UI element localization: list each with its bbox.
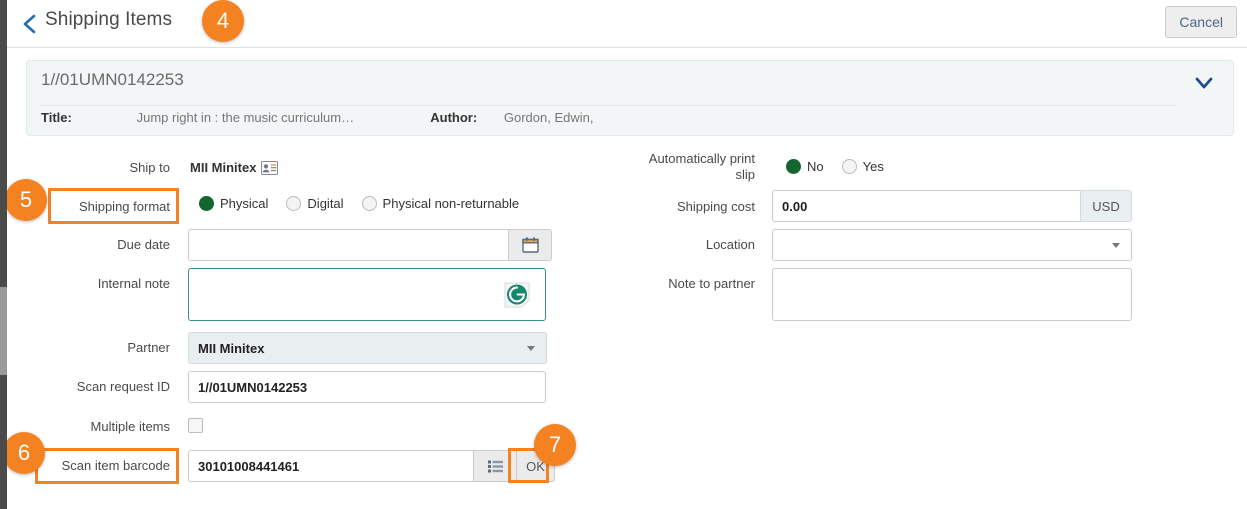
calendar-icon[interactable] (508, 229, 552, 261)
contact-card-icon[interactable] (261, 161, 279, 175)
auto-print-radio-group[interactable]: No Yes (786, 159, 902, 174)
shipping-format-radio-group[interactable]: Physical Digital Physical non-returnable (199, 196, 537, 211)
title-label: Title: (41, 110, 72, 125)
caret-down-icon[interactable] (1100, 229, 1132, 261)
scan-item-barcode-input[interactable] (188, 450, 473, 482)
chevron-left-icon[interactable] (16, 10, 44, 38)
multiple-items-label: Multiple items (90, 419, 170, 434)
radio-physical-non-returnable[interactable]: Physical non-returnable (361, 196, 520, 211)
internal-note-textarea[interactable] (188, 268, 546, 321)
annotation-box-scan-item-barcode (35, 448, 179, 484)
radio-dot-icon (786, 159, 801, 174)
author-label: Author: (430, 110, 478, 125)
title-value: Jump right in : the music curriculum… (136, 110, 355, 125)
radio-label: Digital (307, 196, 344, 211)
internal-note-label: Internal note (97, 276, 170, 291)
due-date-label: Due date (117, 237, 170, 252)
annotation-badge-6: 6 (3, 432, 45, 474)
due-date-field-group[interactable] (188, 229, 552, 261)
partner-input[interactable] (188, 332, 515, 364)
radio-digital[interactable]: Digital (286, 196, 344, 211)
author-value: Gordon, Edwin, (503, 110, 594, 125)
radio-dot-icon (841, 159, 857, 174)
note-to-partner-label: Note to partner (668, 276, 755, 291)
item-metadata-row: Title: Jump right in : the music curricu… (41, 110, 593, 130)
due-date-input[interactable] (188, 229, 508, 261)
radio-label: Physical (220, 196, 269, 211)
annotation-badge-4: 4 (202, 0, 244, 42)
ship-to-value: MII Minitex (190, 159, 279, 177)
radio-dot-icon (361, 196, 377, 211)
radio-auto-print-no[interactable]: No (786, 159, 824, 174)
location-input[interactable] (772, 229, 1100, 261)
item-summary-card: 1//01UMN0142253 Title: Jump right in : t… (26, 60, 1234, 136)
scan-request-id-input[interactable] (188, 371, 546, 403)
page-title: Shipping Items (45, 9, 173, 30)
cancel-button[interactable]: Cancel (1165, 6, 1237, 38)
partner-label: Partner (127, 340, 170, 355)
annotation-badge-7: 7 (534, 424, 576, 466)
grammarly-icon[interactable] (502, 280, 532, 310)
auto-print-slip-label: Automatically print slip (648, 151, 755, 182)
annotation-badge-5: 5 (5, 179, 47, 221)
radio-auto-print-yes[interactable]: Yes (841, 159, 884, 174)
location-label: Location (705, 237, 755, 252)
shipping-cost-input[interactable] (772, 190, 1080, 222)
caret-down-icon[interactable] (515, 332, 547, 364)
page-header: Shipping Items Cancel (7, 0, 1247, 48)
note-to-partner-textarea[interactable] (772, 268, 1132, 321)
shipping-cost-label: Shipping cost (676, 199, 755, 214)
scrollbar-thumb[interactable] (0, 287, 7, 375)
window-scrollbar[interactable] (0, 0, 7, 509)
radio-label: No (807, 159, 824, 174)
item-identifier: 1//01UMN0142253 (41, 70, 184, 89)
multiple-items-checkbox[interactable] (188, 418, 203, 433)
currency-addon: USD (1080, 190, 1132, 222)
scan-request-id-label: Scan request ID (76, 379, 170, 394)
card-divider (41, 105, 1176, 106)
radio-label: Physical non-returnable (382, 196, 520, 211)
annotation-box-shipping-format (48, 188, 179, 224)
radio-label: Yes (862, 159, 884, 174)
chevron-down-icon[interactable] (1191, 73, 1217, 93)
radio-dot-icon (286, 196, 302, 211)
scan-item-barcode-group[interactable]: OK (188, 450, 555, 482)
ship-to-label: Ship to (129, 160, 170, 175)
radio-physical[interactable]: Physical (199, 196, 268, 211)
shipping-cost-group[interactable]: USD (772, 190, 1132, 222)
location-select-group[interactable] (772, 229, 1132, 261)
radio-dot-icon (199, 196, 214, 211)
ship-to-partner-name: MII Minitex (190, 160, 257, 175)
partner-select-group[interactable] (188, 332, 547, 364)
